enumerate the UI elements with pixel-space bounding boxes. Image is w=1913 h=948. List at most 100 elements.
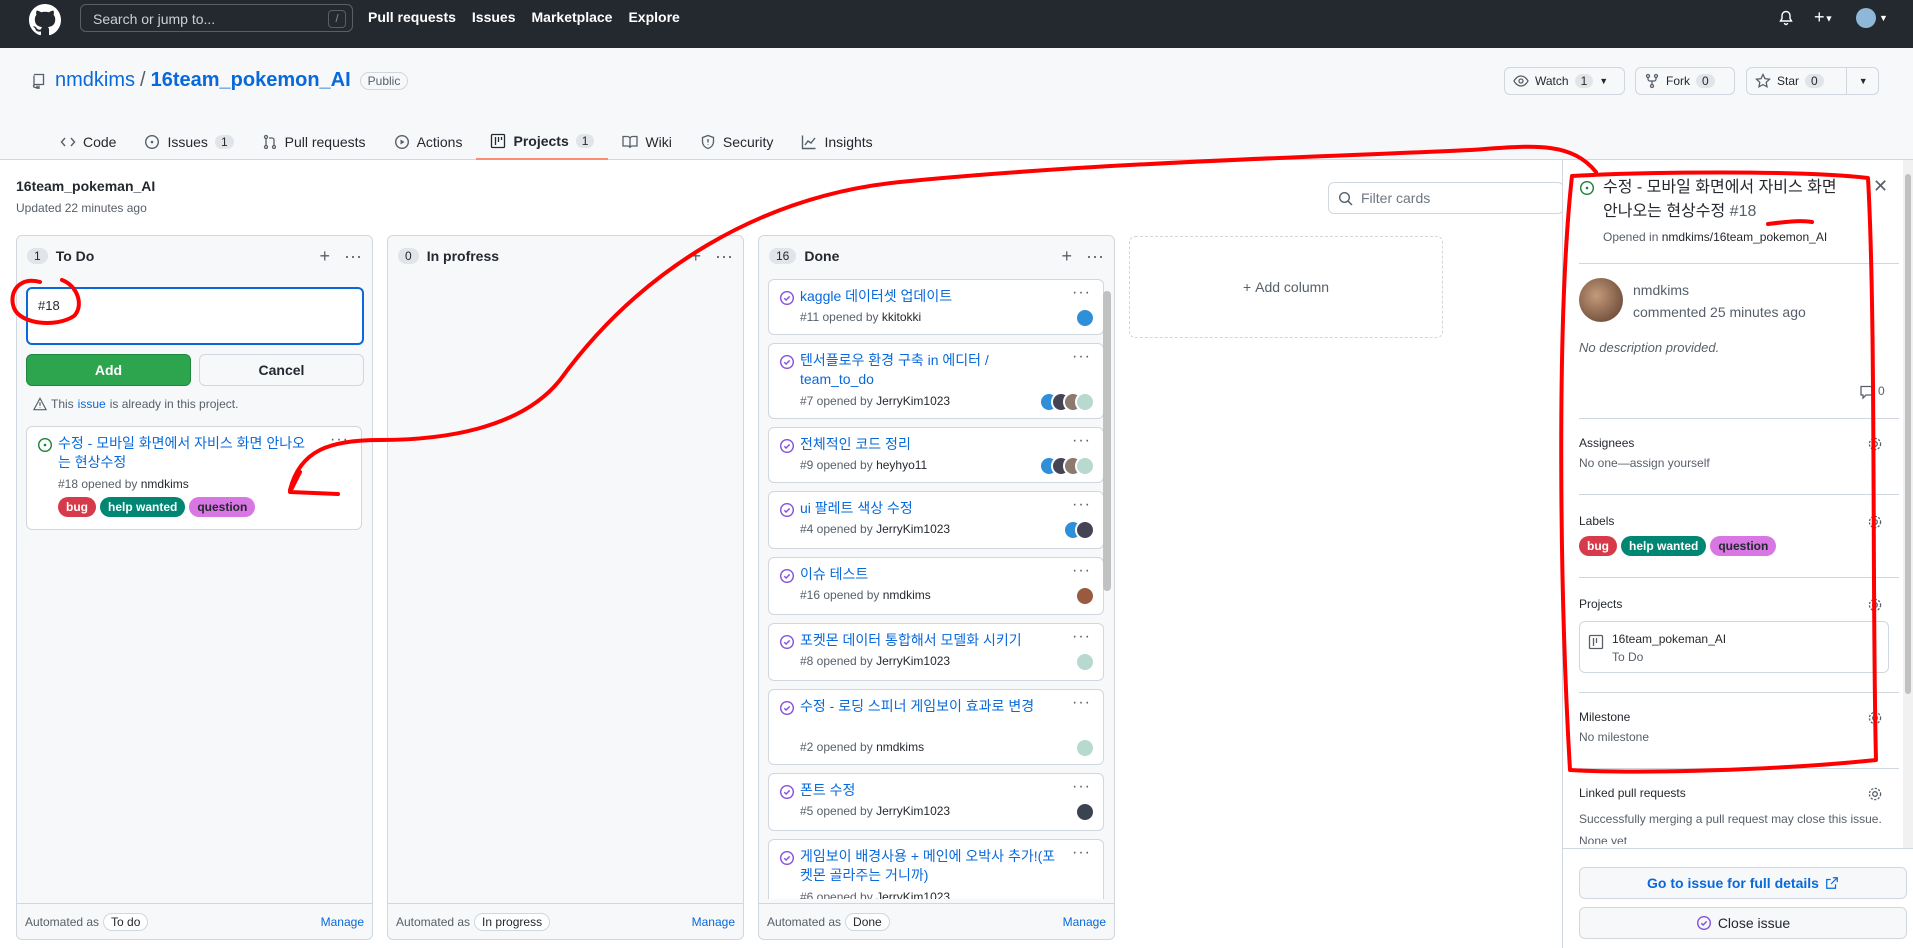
issue-card[interactable]: ui 팔레트 색상 수정 ··· #4 opened by JerryKim10… bbox=[768, 491, 1104, 549]
tab-projects[interactable]: Projects 1 bbox=[476, 123, 609, 160]
comment-author[interactable]: nmdkims bbox=[1633, 282, 1689, 298]
card-title[interactable]: ui 팔레트 색상 수정 bbox=[800, 499, 1058, 518]
warning-issue-link[interactable]: issue bbox=[78, 397, 106, 411]
add-column-button[interactable]: + Add column bbox=[1129, 236, 1443, 338]
gear-icon[interactable] bbox=[1867, 436, 1883, 452]
card-title[interactable]: 이슈 테스트 bbox=[800, 565, 1058, 584]
gear-icon[interactable] bbox=[1867, 710, 1883, 726]
star-count: 0 bbox=[1805, 74, 1824, 88]
add-card-plus-icon[interactable]: + bbox=[320, 246, 331, 267]
section-title: Linked pull requests bbox=[1579, 786, 1686, 800]
tab-security[interactable]: Security bbox=[686, 123, 788, 160]
card-author-link[interactable]: nmdkims bbox=[141, 477, 189, 491]
close-icon[interactable]: ✕ bbox=[1873, 176, 1888, 197]
card-menu-kebab-icon[interactable]: ··· bbox=[1072, 284, 1091, 302]
add-card-plus-icon[interactable]: + bbox=[1062, 246, 1073, 267]
label-help-wanted[interactable]: help wanted bbox=[100, 497, 186, 517]
issue-card[interactable]: 포켓몬 데이터 통합해서 모델화 시키기 ··· #8 opened by Je… bbox=[768, 623, 1104, 681]
tab-code[interactable]: Code bbox=[46, 123, 130, 160]
project-name[interactable]: 16team_pokeman_AI bbox=[16, 178, 155, 194]
panel-issue-title[interactable]: 수정 - 모바일 화면에서 자비스 화면 안나오는 현상수정 #18 bbox=[1603, 176, 1843, 224]
create-new-icon[interactable]: +▼ bbox=[1814, 8, 1833, 26]
gear-icon[interactable] bbox=[1867, 597, 1883, 613]
star-dropdown-chevron-icon[interactable]: ▼ bbox=[1845, 68, 1868, 94]
tab-insights[interactable]: Insights bbox=[787, 123, 886, 160]
repo-owner-link[interactable]: nmdkims bbox=[55, 69, 135, 92]
tab-pull-requests[interactable]: Pull requests bbox=[248, 123, 380, 160]
fork-button[interactable]: Fork 0 bbox=[1635, 67, 1735, 95]
project-item[interactable]: 16team_pokeman_AI To Do bbox=[1579, 621, 1889, 673]
card-title[interactable]: 포켓몬 데이터 통합해서 모델화 시키기 bbox=[800, 631, 1058, 650]
note-textarea[interactable]: #18 bbox=[26, 287, 364, 345]
issue-closed-icon bbox=[779, 568, 795, 584]
card-menu-kebab-icon[interactable]: ··· bbox=[330, 431, 349, 449]
column-scrollbar[interactable] bbox=[1102, 279, 1112, 899]
card-menu-kebab-icon[interactable]: ··· bbox=[1072, 496, 1091, 514]
card-title[interactable]: 전체적인 코드 정리 bbox=[800, 435, 1058, 454]
project-icon bbox=[491, 133, 506, 148]
card-menu-kebab-icon[interactable]: ··· bbox=[1072, 844, 1091, 862]
filter-cards-input[interactable]: Filter cards bbox=[1328, 182, 1564, 214]
card-title[interactable]: 게임보이 배경사용 + 메인에 오박사 추가!(포켓몬 골라주는 거니까) bbox=[800, 847, 1058, 885]
issue-card-18[interactable]: 수정 - 모바일 화면에서 자비스 화면 안나오는 현상수정 ··· #18 o… bbox=[26, 426, 362, 530]
github-logo-icon[interactable] bbox=[29, 4, 61, 36]
manage-link[interactable]: Manage bbox=[321, 915, 364, 929]
gear-icon[interactable] bbox=[1867, 514, 1883, 530]
card-menu-kebab-icon[interactable]: ··· bbox=[1072, 694, 1091, 712]
close-issue-button[interactable]: Close issue bbox=[1579, 907, 1907, 939]
issue-card[interactable]: 게임보이 배경사용 + 메인에 오박사 추가!(포켓몬 골라주는 거니까) ··… bbox=[768, 839, 1104, 899]
issue-card[interactable]: 폰트 수정 ··· #5 opened by JerryKim1023 bbox=[768, 773, 1104, 831]
nav-issues[interactable]: Issues bbox=[472, 9, 516, 25]
nav-pull-requests[interactable]: Pull requests bbox=[368, 9, 456, 25]
go-to-issue-button[interactable]: Go to issue for full details bbox=[1579, 867, 1907, 899]
card-title[interactable]: 수정 - 로딩 스피너 게임보이 효과로 변경 bbox=[800, 697, 1058, 716]
tab-wiki[interactable]: Wiki bbox=[608, 123, 685, 160]
card-menu-kebab-icon[interactable]: ··· bbox=[1072, 778, 1091, 796]
cancel-button[interactable]: Cancel bbox=[199, 354, 364, 386]
issue-card[interactable]: kaggle 데이터셋 업데이트 ··· #11 opened by kkito… bbox=[768, 279, 1104, 335]
issue-card[interactable]: 텐서플로우 환경 구축 in 에디터 / team_to_do ··· #7 o… bbox=[768, 343, 1104, 419]
repo-name-link[interactable]: 16team_pokemon_AI bbox=[151, 69, 351, 92]
page-scrollbar[interactable] bbox=[1903, 160, 1913, 848]
search-input[interactable]: Search or jump to... / bbox=[80, 4, 353, 32]
user-avatar[interactable]: ▼ bbox=[1856, 8, 1888, 28]
bell-icon[interactable] bbox=[1778, 10, 1794, 26]
card-menu-kebab-icon[interactable]: ··· bbox=[1072, 432, 1091, 450]
assignees-value[interactable]: No one—assign yourself bbox=[1579, 456, 1710, 470]
card-menu-kebab-icon[interactable]: ··· bbox=[1072, 628, 1091, 646]
card-menu-kebab-icon[interactable]: ··· bbox=[1072, 348, 1091, 366]
project-item-name[interactable]: 16team_pokeman_AI bbox=[1612, 632, 1726, 646]
issue-card[interactable]: 이슈 테스트 ··· #16 opened by nmdkims bbox=[768, 557, 1104, 615]
add-card-plus-icon[interactable]: + bbox=[691, 246, 702, 267]
manage-link[interactable]: Manage bbox=[1063, 915, 1106, 929]
assignee-avatars bbox=[1039, 456, 1095, 476]
gear-icon[interactable] bbox=[1867, 786, 1883, 802]
panel-repo-link[interactable]: nmdkims/16team_pokemon_AI bbox=[1662, 230, 1827, 244]
tab-issues[interactable]: Issues 1 bbox=[130, 123, 247, 160]
watch-button[interactable]: Watch 1 ▼ bbox=[1504, 67, 1625, 95]
label-bug[interactable]: bug bbox=[1579, 536, 1617, 556]
label-question[interactable]: question bbox=[189, 497, 256, 517]
column-menu-kebab-icon[interactable]: ··· bbox=[1086, 246, 1104, 267]
label-question[interactable]: question bbox=[1710, 536, 1777, 556]
card-menu-kebab-icon[interactable]: ··· bbox=[1072, 562, 1091, 580]
label-help-wanted[interactable]: help wanted bbox=[1621, 536, 1707, 556]
author-avatar[interactable] bbox=[1579, 278, 1623, 322]
watch-count: 1 bbox=[1574, 74, 1594, 88]
column-menu-kebab-icon[interactable]: ··· bbox=[344, 246, 362, 267]
nav-marketplace[interactable]: Marketplace bbox=[532, 9, 613, 25]
card-title[interactable]: kaggle 데이터셋 업데이트 bbox=[800, 287, 1058, 306]
projects-section: Projects 16team_pokeman_AI To Do bbox=[1579, 597, 1889, 673]
issue-card[interactable]: 전체적인 코드 정리 ··· #9 opened by heyhyo11 bbox=[768, 427, 1104, 483]
label-bug[interactable]: bug bbox=[58, 497, 96, 517]
tab-actions[interactable]: Actions bbox=[380, 123, 477, 160]
add-button[interactable]: Add bbox=[26, 354, 191, 386]
card-title[interactable]: 수정 - 모바일 화면에서 자비스 화면 안나오는 현상수정 bbox=[58, 434, 316, 472]
column-menu-kebab-icon[interactable]: ··· bbox=[715, 246, 733, 267]
issue-card[interactable]: 수정 - 로딩 스피너 게임보이 효과로 변경 ··· #2 opened by… bbox=[768, 689, 1104, 765]
star-button[interactable]: Star 0 ▼ bbox=[1746, 67, 1879, 95]
card-title[interactable]: 폰트 수정 bbox=[800, 781, 1058, 800]
nav-explore[interactable]: Explore bbox=[628, 9, 679, 25]
card-title[interactable]: 텐서플로우 환경 구축 in 에디터 / team_to_do bbox=[800, 351, 1058, 389]
manage-link[interactable]: Manage bbox=[692, 915, 735, 929]
